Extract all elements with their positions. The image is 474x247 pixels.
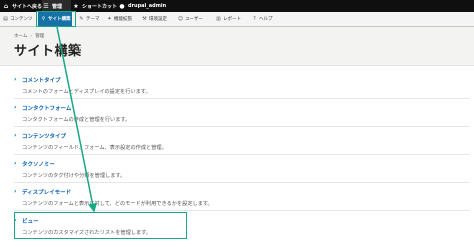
list-item-display-modes[interactable]: › ディスプレイモード コンテンツのフォームと表示に対して、どのモードが利用でき… — [14, 188, 213, 207]
chevron-right-icon: › — [14, 188, 17, 195]
list-item-taxonomy[interactable]: › タクソノミー コンテンツのタグ付けや分類を管理します。 — [14, 160, 126, 179]
divider — [14, 154, 469, 155]
list-item-contact-forms[interactable]: › コンタクトフォーム コンタクトフォームの作成と管理を行います。 — [14, 104, 131, 123]
breadcrumb: ホーム › 管理 — [14, 33, 44, 39]
breadcrumb-separator: › — [30, 34, 33, 39]
shortcuts-tab[interactable]: ★ ショートカット — [72, 0, 117, 12]
bar-chart-icon: ▥ — [216, 16, 221, 22]
paintbrush-icon: ✎ — [79, 16, 84, 22]
user-tab[interactable]: ● drupal_admin — [118, 0, 166, 12]
highlight-views-item — [14, 212, 187, 239]
divider — [14, 182, 469, 183]
home-icon: ⌂ — [3, 2, 9, 10]
person-icon: ☺ — [177, 16, 184, 22]
puzzle-icon: ✦ — [107, 16, 112, 22]
manage-label: 管理 — [52, 3, 63, 10]
menu-item-content[interactable]: ▤ コンテンツ — [2, 12, 33, 26]
chevron-right-icon: › — [14, 76, 17, 83]
list-item-description: コンタクトフォームの作成と管理を行います。 — [22, 117, 131, 123]
divider — [14, 98, 469, 99]
wrench-icon: ⚒ — [142, 16, 147, 22]
menu-item-label: ヘルプ — [259, 17, 273, 22]
help-icon: ? — [253, 16, 256, 22]
user-label: drupal_admin — [128, 3, 167, 9]
chevron-right-icon: › — [14, 104, 17, 111]
list-item-title[interactable]: タクソノミー — [22, 160, 125, 168]
breadcrumb-home-link[interactable]: ホーム — [14, 34, 27, 39]
document-icon: ▤ — [3, 16, 8, 22]
breadcrumb-admin-link[interactable]: 管理 — [35, 34, 44, 39]
menu-item-reports[interactable]: ▥ レポート — [215, 12, 241, 26]
list-item-title[interactable]: コンテンツタイプ — [22, 132, 167, 140]
menu-item-appearance[interactable]: ✎ テーマ — [78, 12, 100, 26]
page-header: ホーム › 管理 サイト構築 ☆ — [0, 27, 474, 66]
menu-item-help[interactable]: ? ヘルプ — [251, 12, 273, 26]
shortcuts-label: ショートカット — [82, 3, 118, 10]
divider — [14, 126, 469, 127]
menu-item-label: 機能拡張 — [114, 17, 132, 22]
menu-item-label: 環境設定 — [149, 17, 167, 22]
menu-item-extend[interactable]: ✦ 機能拡張 — [106, 12, 132, 26]
menu-item-people[interactable]: ☺ ユーザー — [177, 12, 203, 26]
list-item-comment-types[interactable]: › コメントタイプ コメントのフォームとディスプレイの設定を行います。 — [14, 76, 151, 95]
highlight-structure-menu — [36, 11, 76, 27]
menu-item-label: コンテンツ — [10, 17, 33, 22]
menu-item-label: ユーザー — [185, 17, 203, 22]
menu-item-configuration[interactable]: ⚒ 環境設定 — [141, 12, 167, 26]
chevron-right-icon: › — [14, 160, 17, 167]
back-to-site-label: サイトへ戻る — [12, 3, 43, 10]
chevron-right-icon: › — [14, 132, 17, 139]
list-item-title[interactable]: ディスプレイモード — [22, 188, 213, 196]
menu-item-label: テーマ — [86, 17, 100, 22]
add-shortcut-star-icon[interactable]: ☆ — [73, 42, 83, 55]
divider — [14, 210, 469, 211]
list-item-description: コメントのフォームとディスプレイの設定を行います。 — [22, 89, 151, 95]
list-item-title[interactable]: コメントタイプ — [22, 76, 151, 84]
list-item-description: コンテンツのフォームと表示に対して、どのモードが利用できるかを設定します。 — [22, 201, 213, 207]
menu-icon: ☰ — [43, 2, 49, 10]
list-item-title[interactable]: コンタクトフォーム — [22, 104, 130, 112]
list-item-description: コンテンツのフィールド、フォーム、表示設定の作成と管理。 — [22, 145, 167, 151]
user-icon: ● — [119, 2, 125, 10]
list-item-description: コンテンツのタグ付けや分類を管理します。 — [22, 173, 126, 179]
list-item-content-types[interactable]: › コンテンツタイプ コンテンツのフィールド、フォーム、表示設定の作成と管理。 — [14, 132, 167, 151]
star-icon: ★ — [73, 2, 79, 10]
menu-item-label: レポート — [223, 17, 241, 22]
page-title: サイト構築 — [14, 44, 82, 59]
